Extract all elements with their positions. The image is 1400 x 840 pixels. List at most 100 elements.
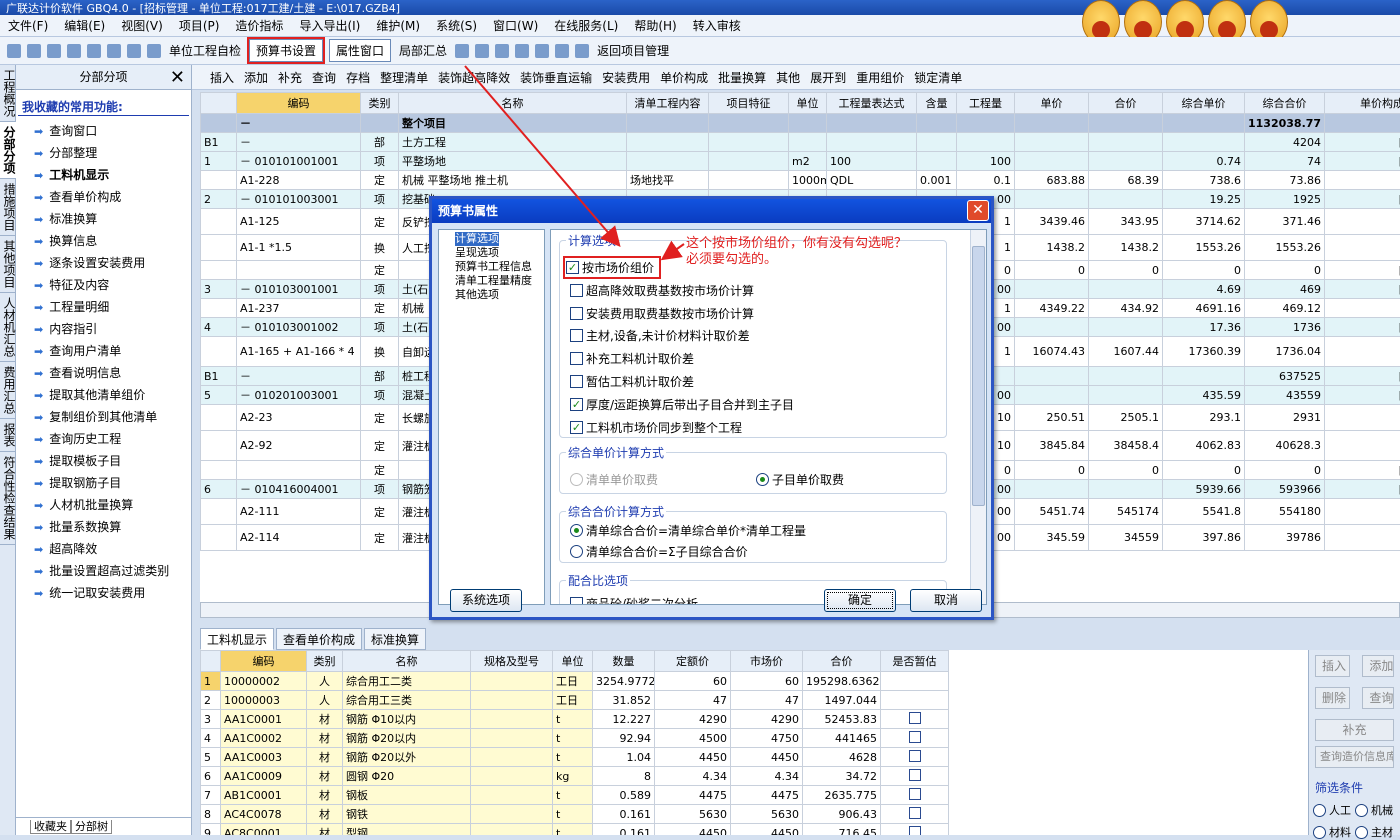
table-cell[interactable]: 材 (307, 786, 343, 805)
table-cell[interactable]: 灌注 (1325, 431, 1400, 461)
table-cell[interactable]: 60 (731, 672, 803, 691)
fn-standard-convert[interactable]: 标准换算 (16, 208, 191, 230)
table-cell[interactable]: 人 (307, 672, 343, 691)
table-cell[interactable]: 1736 (1245, 318, 1325, 337)
menu-import-export[interactable]: 导入导出(I) (291, 17, 368, 34)
table-cell[interactable]: 钢筋 Φ10以内 (343, 710, 471, 729)
fn-query-user-list[interactable]: 查询用户清单 (16, 340, 191, 362)
table-cell[interactable]: 8 (201, 805, 221, 824)
table-row[interactable]: 7AB1C0001材钢板t0.589447544752635.775 (201, 786, 949, 805)
table-cell[interactable]: 3439.46 (1015, 209, 1089, 235)
table-cell[interactable]: 195298.6362 (803, 672, 881, 691)
table-cell[interactable]: 土石 (1325, 235, 1400, 261)
table-cell[interactable]: 综合用工三类 (343, 691, 471, 710)
table-cell[interactable]: － 010103001002 (237, 318, 361, 337)
table-cell[interactable]: 工日 (553, 691, 593, 710)
table-cell[interactable]: － 010103001001 (237, 280, 361, 299)
table-cell[interactable] (917, 114, 957, 133)
supplement-labor-diff-checkbox[interactable]: 补充工料机计取价差 (570, 350, 694, 367)
table-cell[interactable]: t (553, 710, 593, 729)
table-cell[interactable] (881, 824, 949, 836)
query-price-info-button[interactable]: 查询造价信息库 (1315, 746, 1394, 768)
tb-add[interactable]: 添加 (239, 69, 273, 86)
table-cell[interactable]: 4 (201, 318, 237, 337)
table-cell[interactable] (1089, 480, 1163, 499)
table-cell[interactable]: 2931 (1245, 405, 1325, 431)
menu-system[interactable]: 系统(S) (428, 17, 485, 34)
table-cell[interactable]: － 010101001001 (237, 152, 361, 171)
delete-button[interactable]: 删除 (1315, 687, 1350, 709)
fn-height-reduction[interactable]: 超高降效 (16, 538, 191, 560)
table-cell[interactable]: AC4C0078 (221, 805, 307, 824)
system-options-button[interactable]: 系统选项 (450, 589, 522, 612)
table-row[interactable]: 8AC4C0078材钢铁t0.16156305630906.43 (201, 805, 949, 824)
table-cell[interactable]: 项 (361, 152, 399, 171)
table-cell[interactable]: 3 (201, 280, 237, 299)
fn-labor-display[interactable]: 工料机显示 (16, 164, 191, 186)
fn-history-project[interactable]: 查询历史工程 (16, 428, 191, 450)
menu-help[interactable]: 帮助(H) (626, 17, 684, 34)
table-cell[interactable]: [一般土建 (1325, 261, 1400, 280)
table-cell[interactable]: 4.34 (655, 767, 731, 786)
table-cell[interactable]: 17.36 (1163, 318, 1245, 337)
table-cell[interactable] (627, 133, 709, 152)
fn-install-fee-each[interactable]: 逐条设置安装费用 (16, 252, 191, 274)
table-cell[interactable]: 92.94 (593, 729, 655, 748)
table-cell[interactable]: 材 (307, 824, 343, 836)
table-cell[interactable]: 1132038.77 (1245, 114, 1325, 133)
table-cell[interactable] (789, 114, 827, 133)
table-cell[interactable]: AA1C0003 (221, 748, 307, 767)
table-cell[interactable]: 4204 (1245, 133, 1325, 152)
table-cell[interactable]: 换 (361, 235, 399, 261)
table-cell[interactable]: 52453.83 (803, 710, 881, 729)
table-cell[interactable]: 5 (201, 748, 221, 767)
table-cell[interactable]: 7 (201, 786, 221, 805)
btab-labor-display[interactable]: 工料机显示 (200, 628, 274, 650)
table-cell[interactable]: [一般土建 (1325, 152, 1400, 171)
table-cell[interactable]: 8 (593, 767, 655, 786)
table-cell[interactable] (881, 729, 949, 748)
table-cell[interactable]: 钢铁 (343, 805, 471, 824)
table-cell[interactable] (471, 672, 553, 691)
table-cell[interactable]: 5630 (731, 805, 803, 824)
table-row[interactable]: 110000002人综合用工二类工日3254.97726060195298.63… (201, 672, 949, 691)
table-cell[interactable] (471, 767, 553, 786)
table-cell[interactable]: 4500 (655, 729, 731, 748)
estimate-checkbox[interactable] (909, 769, 921, 781)
table-cell[interactable] (709, 133, 789, 152)
table-cell[interactable] (361, 114, 399, 133)
table-cell[interactable]: 4.34 (731, 767, 803, 786)
fn-section-organize[interactable]: 分部整理 (16, 142, 191, 164)
filter-material-radio[interactable]: 材料 (1313, 824, 1351, 840)
dialog-vscrollbar[interactable] (970, 230, 986, 605)
table-row[interactable]: A1-228定机械 平整场地 推土机场地找平1000m2QDL0.0010.16… (201, 171, 1400, 190)
table-cell[interactable]: 441465 (803, 729, 881, 748)
table-cell[interactable] (1015, 114, 1089, 133)
table-cell[interactable]: 4475 (731, 786, 803, 805)
redo-icon[interactable] (147, 44, 161, 58)
table-cell[interactable]: 0 (1015, 261, 1089, 280)
tree-other-options[interactable]: 其他选项 (455, 288, 544, 302)
labor-col-header[interactable]: 规格及型号 (471, 651, 553, 672)
table-cell[interactable]: 683.88 (1015, 171, 1089, 190)
table-cell[interactable] (827, 114, 917, 133)
table-cell[interactable]: 4349.22 (1015, 299, 1089, 318)
table-cell[interactable] (201, 261, 237, 280)
fn-extract-pricing[interactable]: 提取其他清单组价 (16, 384, 191, 406)
table-cell[interactable] (1163, 367, 1245, 386)
fn-copy-pricing[interactable]: 复制组价到其他清单 (16, 406, 191, 428)
table-cell[interactable] (1015, 280, 1089, 299)
table-cell[interactable] (471, 691, 553, 710)
table-cell[interactable] (201, 405, 237, 431)
table-cell[interactable]: 1 (201, 152, 237, 171)
cut-icon[interactable] (67, 44, 81, 58)
table-cell[interactable]: 钢筋 Φ20以内 (343, 729, 471, 748)
fn-batch-labor-convert[interactable]: 人材机批量换算 (16, 494, 191, 516)
table-cell[interactable] (917, 133, 957, 152)
table-cell[interactable]: 0 (1245, 261, 1325, 280)
table-cell[interactable]: 场地找平 (627, 171, 709, 190)
table-cell[interactable]: 5541.8 (1163, 499, 1245, 525)
table-cell[interactable]: 43559 (1245, 386, 1325, 405)
menu-edit[interactable]: 编辑(E) (56, 17, 113, 34)
table-cell[interactable]: 1.04 (593, 748, 655, 767)
